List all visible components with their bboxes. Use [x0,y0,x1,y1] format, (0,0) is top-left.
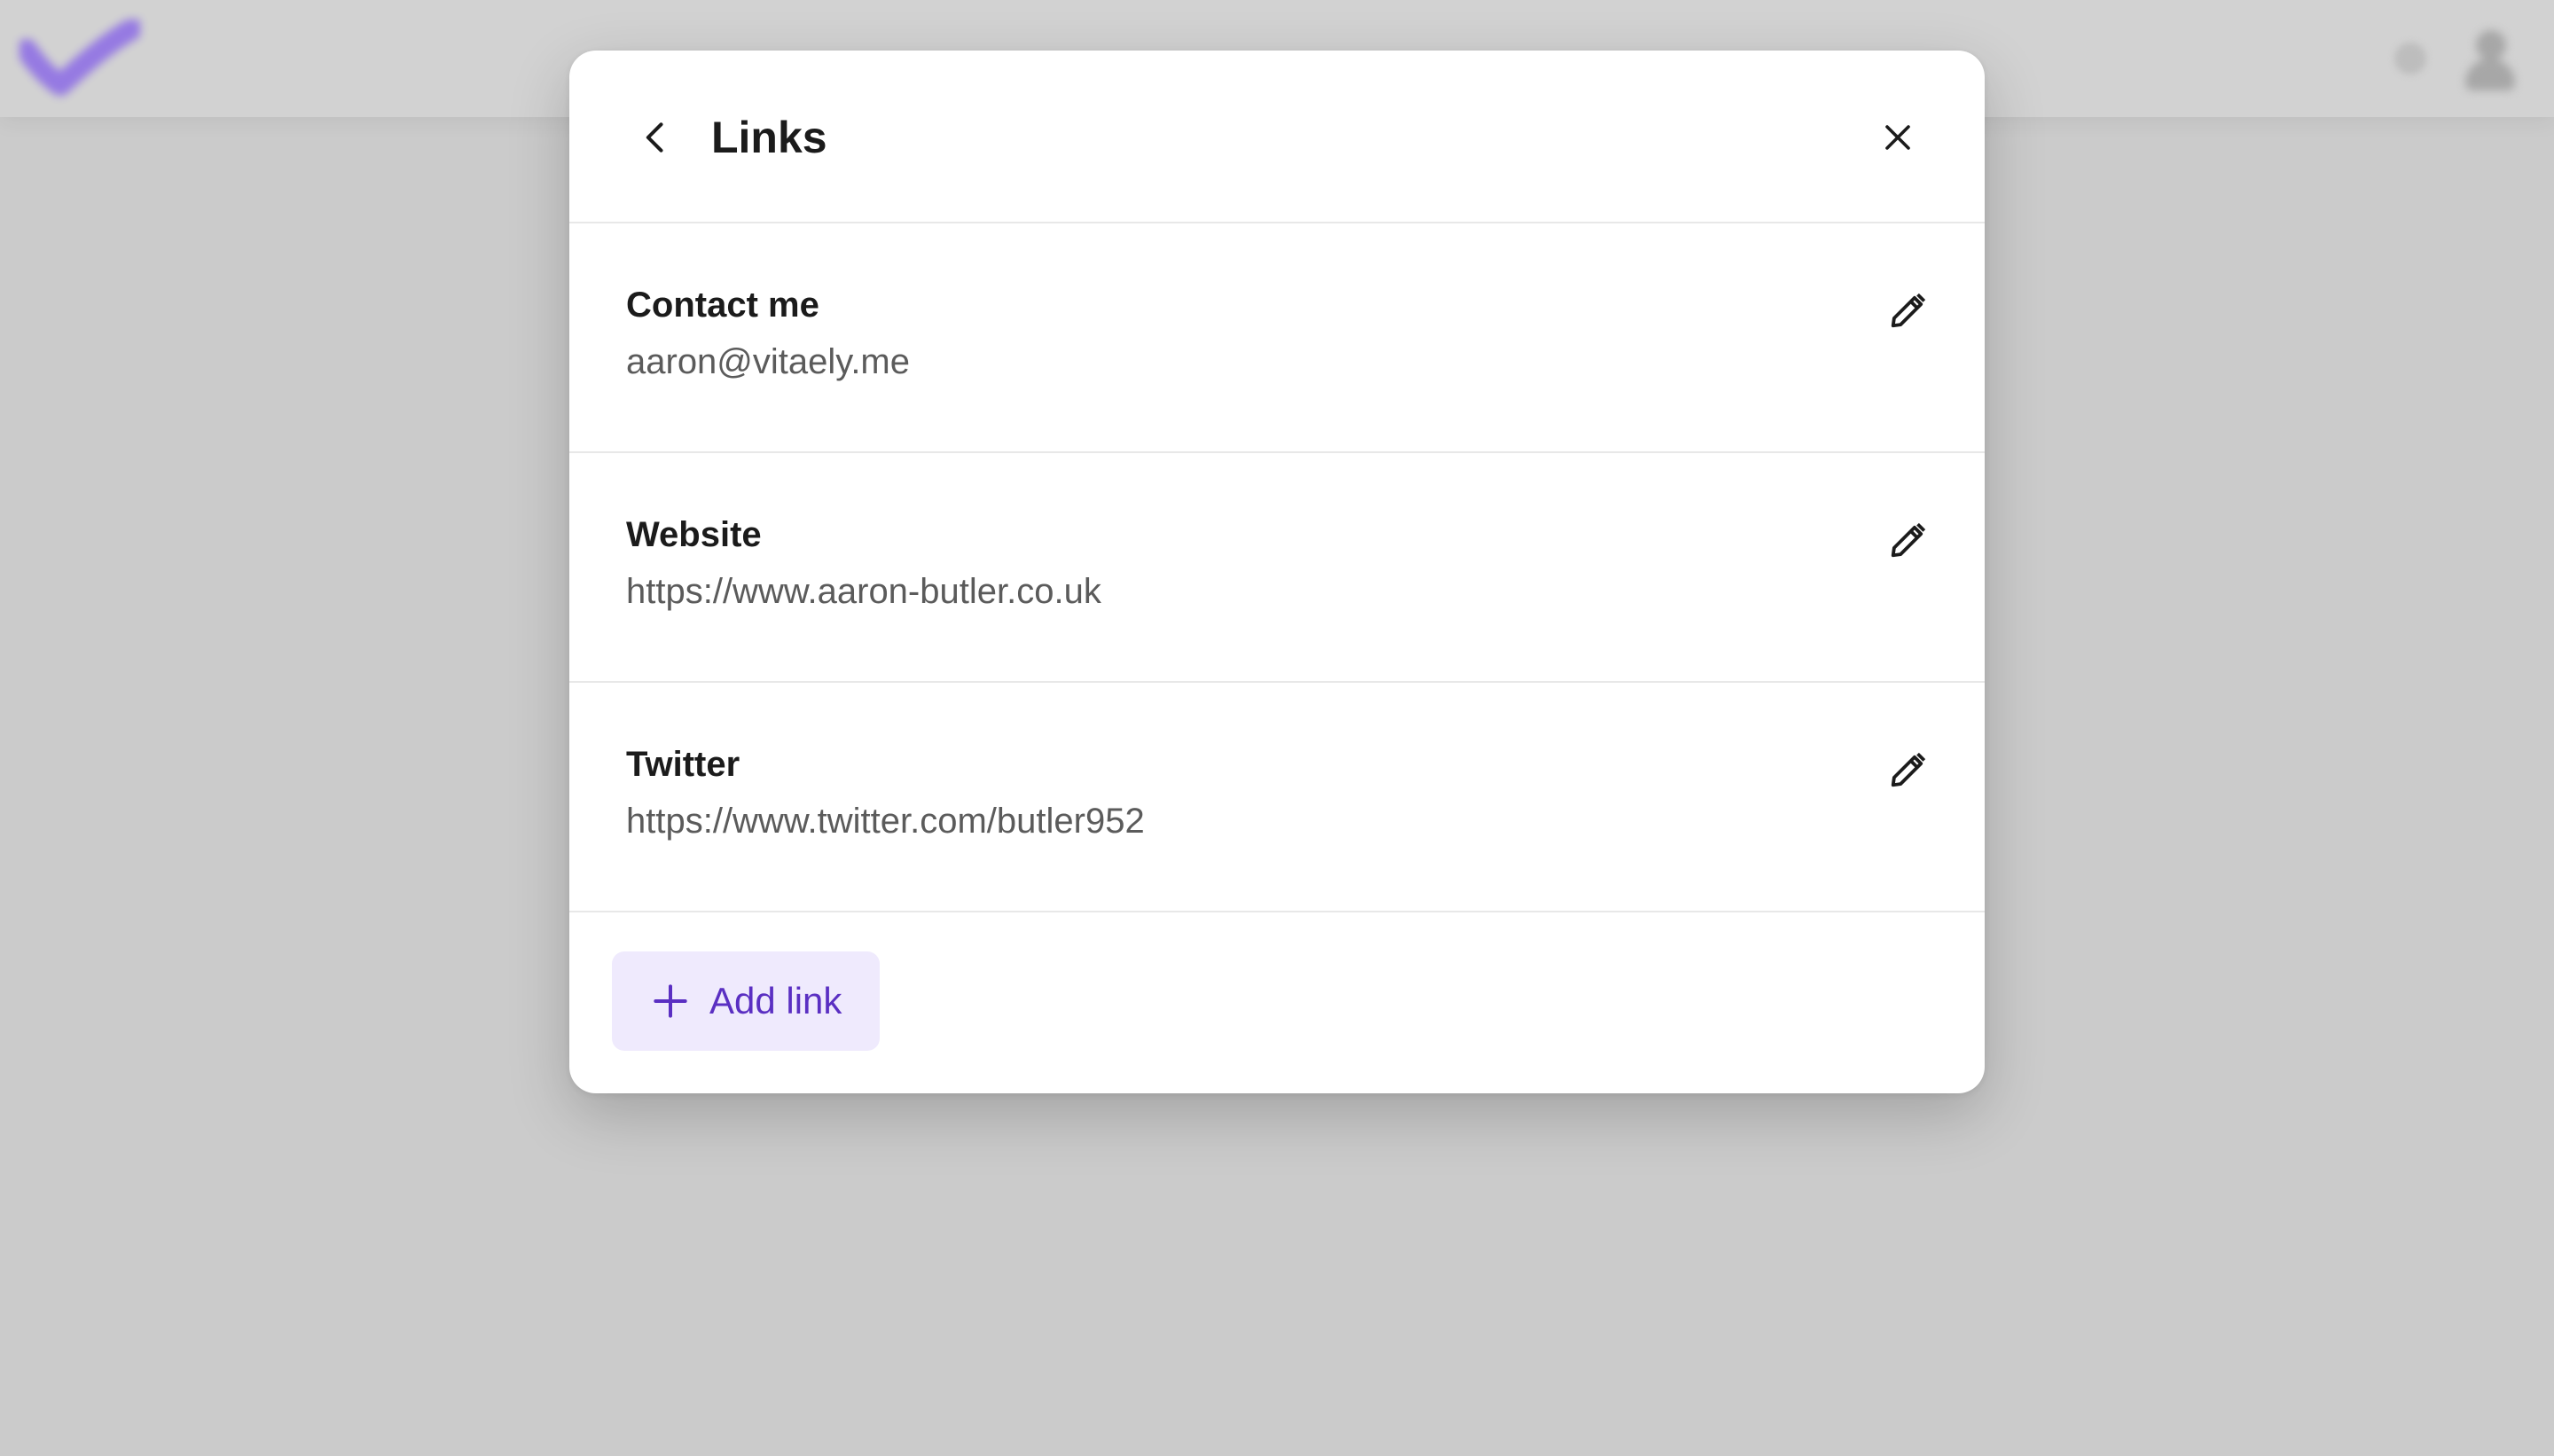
link-row-website: Website https://www.aaron-butler.co.uk [569,453,1985,683]
links-modal: Links Contact me aaron@vitaely.me Websit… [569,51,1985,1093]
user-avatar-icon [2464,27,2519,94]
notification-dot [2394,43,2426,74]
modal-header: Links [569,51,1985,223]
chevron-left-icon [646,122,663,153]
plus-icon [654,984,687,1018]
add-link-label: Add link [709,980,842,1022]
back-button[interactable] [628,109,685,166]
edit-twitter-button[interactable] [1882,743,1935,796]
edit-website-button[interactable] [1882,513,1935,567]
pencil-icon [1891,293,1926,328]
pencil-icon [1891,752,1926,787]
close-button[interactable] [1869,109,1926,166]
link-value: https://www.aaron-butler.co.uk [626,572,1101,611]
link-label: Website [626,515,762,554]
checkmark-logo-icon [20,20,140,96]
edit-contact-button[interactable] [1882,284,1935,337]
pencil-icon [1891,522,1926,558]
link-label: Twitter [626,745,740,784]
link-label: Contact me [626,286,819,325]
link-value: aaron@vitaely.me [626,342,910,381]
link-row-twitter: Twitter https://www.twitter.com/butler95… [569,683,1985,912]
add-link-button[interactable]: Add link [612,951,880,1051]
link-row-contact: Contact me aaron@vitaely.me [569,223,1985,453]
link-value: https://www.twitter.com/butler952 [626,802,1145,841]
links-list: Contact me aaron@vitaely.me Website http… [569,223,1985,912]
close-icon [1885,125,1910,150]
modal-title: Links [711,113,827,162]
